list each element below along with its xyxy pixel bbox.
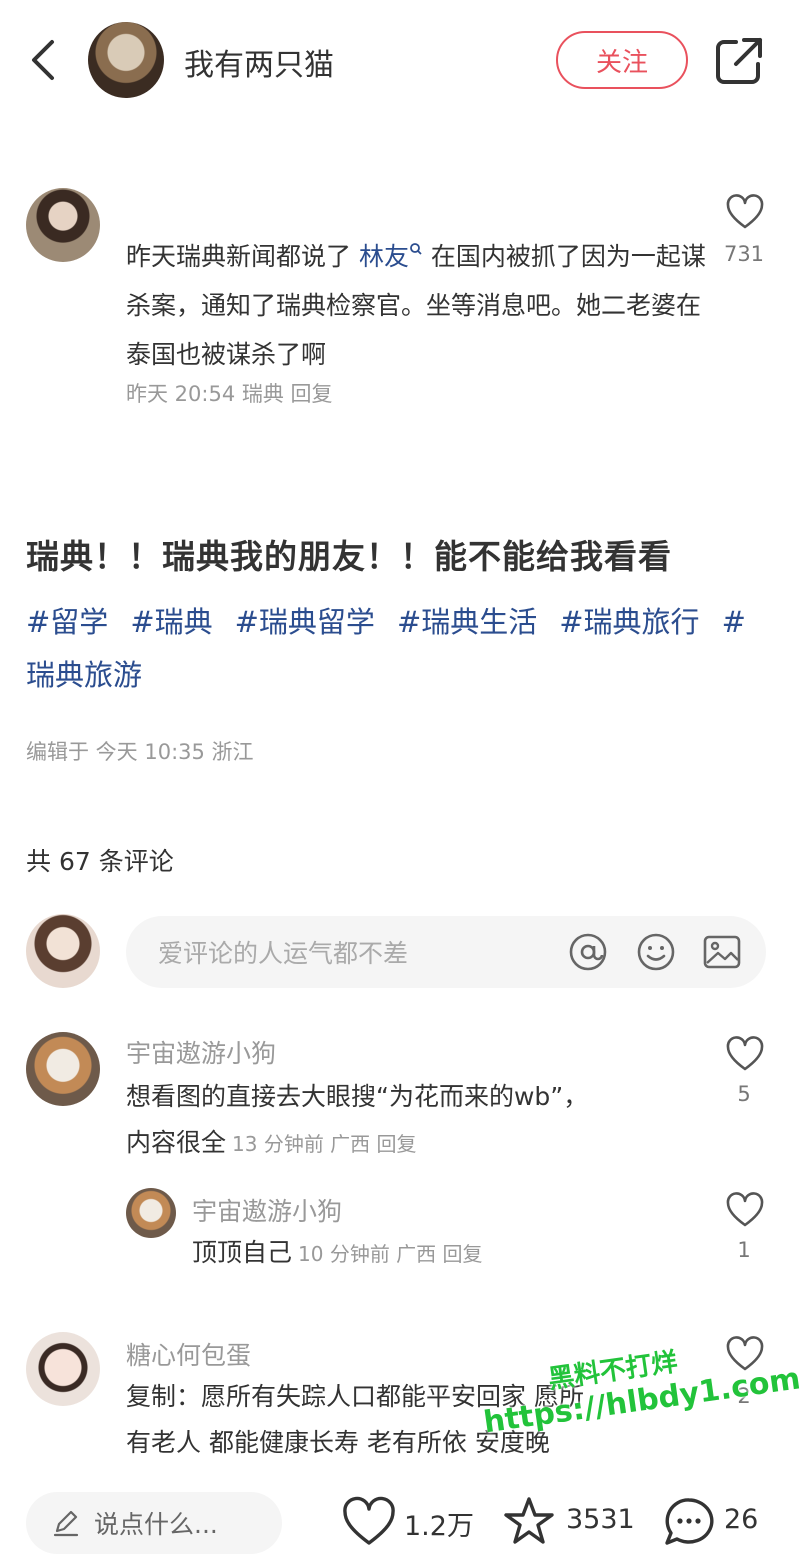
hashtag-list: #留学 #瑞典 #瑞典留学 #瑞典生活 #瑞典旅行 #瑞典旅游 bbox=[26, 596, 766, 702]
hashtag[interactable]: #瑞典留学 bbox=[235, 605, 375, 639]
reply-like-count: 1 bbox=[737, 1238, 751, 1262]
like-heart-icon[interactable] bbox=[342, 1496, 396, 1548]
heart-icon[interactable] bbox=[726, 1036, 764, 1072]
reply-text: 顶顶自己 10 分钟前 广西 回复 bbox=[192, 1238, 483, 1267]
reply-meta: 10 分钟前 广西 回复 bbox=[298, 1242, 483, 1266]
hashtag[interactable]: #瑞典生活 bbox=[397, 605, 537, 639]
follow-button[interactable]: 关注 bbox=[556, 31, 688, 89]
my-avatar bbox=[26, 914, 100, 988]
heart-icon[interactable] bbox=[726, 194, 764, 230]
pinned-comment-meta: 昨天 20:54 瑞典 回复 bbox=[126, 382, 333, 406]
comment-text-line2: 内容很全 13 分钟前 广西 回复 bbox=[126, 1128, 417, 1157]
pinned-comment-text: 昨天瑞典新闻都说了 林友 在国内被抓了因为一起谋杀案，通知了瑞典检察官。坐等消息… bbox=[126, 242, 706, 369]
pencil-icon bbox=[53, 1510, 79, 1537]
comment-avatar[interactable] bbox=[26, 1032, 100, 1106]
pinned-like-count: 731 bbox=[723, 242, 765, 266]
comment-avatar[interactable] bbox=[26, 1332, 100, 1406]
comment-meta: 13 分钟前 广西 回复 bbox=[232, 1132, 417, 1156]
pinned-comment-avatar[interactable] bbox=[26, 188, 100, 262]
edited-timestamp: 编辑于 今天 10:35 浙江 bbox=[26, 740, 254, 764]
commenter-name[interactable]: 宇宙遨游小狗 bbox=[126, 1034, 276, 1070]
watermark: 黑料不打烊 https://hlbdy1.com bbox=[476, 1332, 800, 1440]
say-something-input[interactable]: 说点什么... bbox=[26, 1492, 282, 1554]
heart-icon[interactable] bbox=[726, 1192, 764, 1228]
hashtag[interactable]: #留学 bbox=[26, 605, 108, 639]
post-title: 瑞典！！瑞典我的朋友！！能不能给我看看 bbox=[26, 537, 672, 576]
comment-bubble-icon[interactable] bbox=[662, 1496, 716, 1548]
star-count: 3531 bbox=[566, 1504, 635, 1535]
search-small-icon bbox=[410, 243, 422, 255]
comment-count-bottom: 26 bbox=[724, 1504, 759, 1535]
share-icon[interactable] bbox=[714, 36, 764, 86]
author-avatar[interactable] bbox=[88, 22, 164, 98]
hashtag[interactable]: #瑞典 bbox=[130, 605, 212, 639]
search-link[interactable]: 林友 bbox=[359, 242, 409, 271]
back-arrow-icon[interactable] bbox=[26, 38, 62, 82]
reply-avatar[interactable] bbox=[126, 1188, 176, 1238]
image-icon[interactable] bbox=[702, 932, 742, 972]
say-something-placeholder: 说点什么... bbox=[94, 1510, 218, 1539]
like-count: 1.2万 bbox=[404, 1511, 474, 1542]
mention-icon[interactable] bbox=[568, 932, 608, 972]
comment-text: 想看图的直接去大眼搜“为花而来的wb”， bbox=[126, 1082, 589, 1111]
author-name[interactable]: 我有两只猫 bbox=[184, 40, 334, 84]
comment-like-count: 5 bbox=[737, 1082, 751, 1106]
top-nav-bar: 我有两只猫 关注 bbox=[0, 0, 800, 120]
comment-count: 共 67 条评论 bbox=[26, 847, 174, 876]
hashtag[interactable]: #瑞典旅行 bbox=[559, 605, 699, 639]
reply-name[interactable]: 宇宙遨游小狗 bbox=[192, 1192, 342, 1228]
star-icon[interactable] bbox=[502, 1496, 556, 1548]
emoji-icon[interactable] bbox=[636, 932, 676, 972]
commenter-name[interactable]: 糖心何包蛋 bbox=[126, 1336, 251, 1372]
